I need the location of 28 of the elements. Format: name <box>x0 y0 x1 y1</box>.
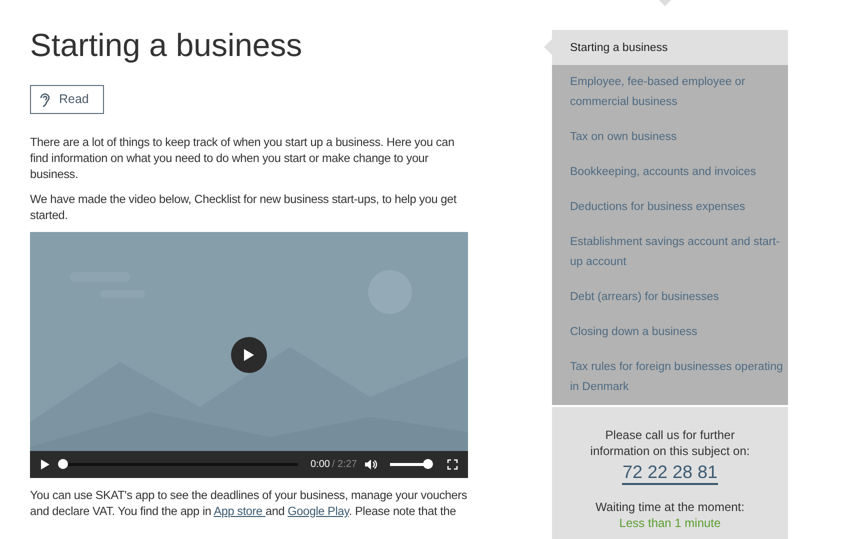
play-icon <box>243 348 255 362</box>
paragraph: You can use SKAT's app to see the deadlines of your business, manage your vouchers and declare VAT. You find the app in App store and Google Play. Please note that the <box>30 486 468 519</box>
sidebar-item[interactable]: Debt (arrears) for businesses <box>552 280 788 315</box>
waiting-label: Waiting time at the moment: <box>594 499 746 515</box>
paragraph: We have made the video below, Checklist for new business start-ups, to help you get started. <box>30 190 458 223</box>
paragraph: There are a lot of things to keep track of when you start up a business. Here you can find information on what you need to do when you start or make change to your business. <box>30 134 456 182</box>
waiting-time: Less than 1 minute <box>618 515 722 531</box>
volume-icon[interactable] <box>365 458 377 470</box>
read-button[interactable]: Read <box>30 85 104 114</box>
store-link[interactable]: Google Play <box>288 504 349 518</box>
sidebar-item[interactable]: Bookkeeping, accounts and invoices <box>552 155 788 190</box>
volume-thumb[interactable] <box>423 459 433 470</box>
page-title: Starting a business <box>30 28 304 64</box>
current-time: 0:00 <box>310 458 330 472</box>
sidebar-item[interactable]: Deductions for business expenses <box>552 190 788 225</box>
sidebar-item[interactable]: Tax on own business <box>552 120 788 155</box>
progress-thumb[interactable] <box>58 459 68 470</box>
sidebar-item[interactable]: Closing down a business <box>552 315 788 350</box>
sidebar-item[interactable]: Starting a business <box>552 30 788 65</box>
contact-text: Please call us for further information on this subject on: <box>589 427 751 459</box>
sidebar-item[interactable]: Employee, fee-based employee or commercial business <box>552 65 788 120</box>
store-link[interactable]: App store <box>214 504 266 518</box>
ear-icon <box>39 92 51 108</box>
sidebar-item[interactable]: Tax rules for foreign businesses operating in Denmark <box>552 350 788 405</box>
duration: / 2:27 <box>332 458 357 472</box>
play-icon[interactable] <box>40 458 50 470</box>
phone-link[interactable]: 72 22 28 81 <box>622 461 718 485</box>
sidebar-item[interactable]: Establishment savings account and start-up account <box>552 225 788 280</box>
